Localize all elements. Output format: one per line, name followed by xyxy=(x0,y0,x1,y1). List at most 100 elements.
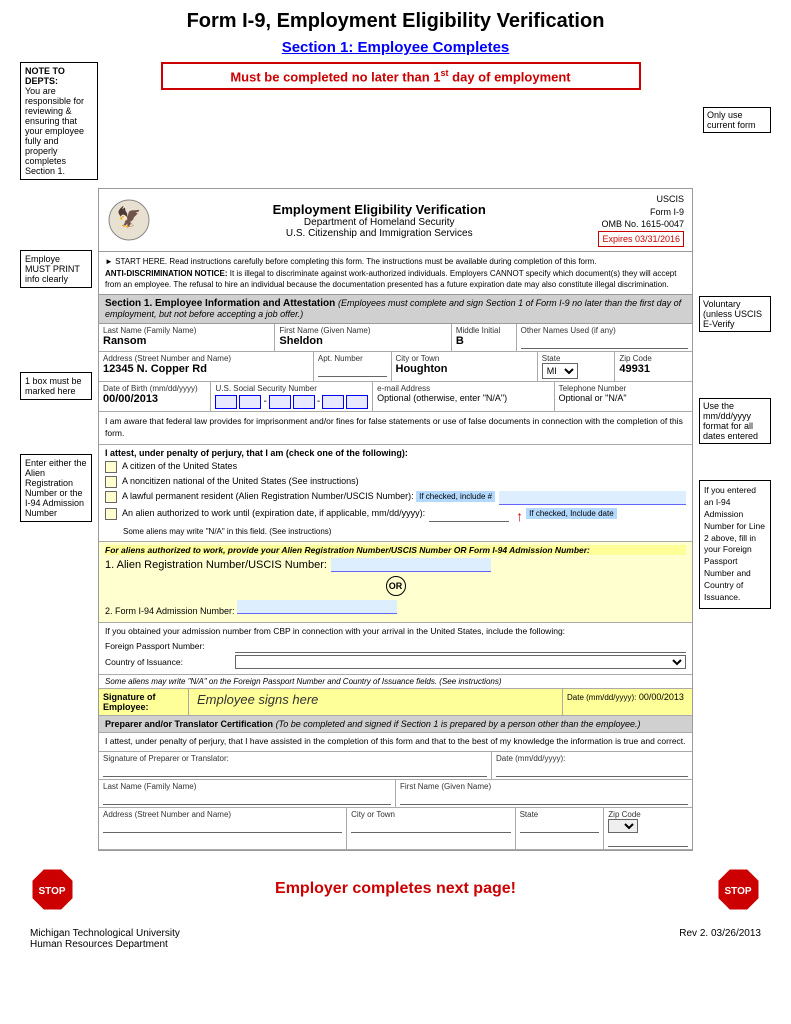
first-name-value: Sheldon xyxy=(279,335,446,347)
employer-next-text: Employer completes next page! xyxy=(75,880,716,898)
checkbox-alien-auth-row: An alien authorized to work until (expir… xyxy=(105,508,686,524)
address-cell: Address (Street Number and Name) 12345 N… xyxy=(99,352,314,381)
ssn-box-6[interactable] xyxy=(346,395,368,409)
preparer-address-row: Address (Street Number and Name) City or… xyxy=(99,808,692,850)
ssn-box-3[interactable] xyxy=(269,395,291,409)
preparer-zip-cell: Zip Code xyxy=(604,808,692,849)
see-instructions: (See instructions) xyxy=(269,527,331,536)
zip-label: Zip Code xyxy=(619,354,688,363)
ssn-box-2[interactable] xyxy=(239,395,261,409)
ssn-box-5[interactable] xyxy=(322,395,344,409)
expires-box: Expires 03/31/2016 xyxy=(598,231,684,248)
passport-row: Foreign Passport Number: xyxy=(105,640,686,653)
middle-initial-label: Middle Initial xyxy=(456,326,512,335)
footer-right: Rev 2. 03/26/2013 xyxy=(679,928,761,950)
footer-university: Michigan Technological University xyxy=(30,928,180,939)
note-to-depts-box: NOTE TO DEPTS: You are responsible for r… xyxy=(20,62,98,180)
apt-label: Apt. Number xyxy=(318,354,387,363)
ssn-box-1[interactable] xyxy=(215,395,237,409)
preparer-state-cell: State xyxy=(516,808,605,849)
preparer-state-input[interactable] xyxy=(520,819,600,833)
uscis-number-input[interactable] xyxy=(499,491,686,505)
preparer-bar: Preparer and/or Translator Certification… xyxy=(99,716,692,733)
city-cell: City or Town Houghton xyxy=(392,352,538,381)
dob-cell: Date of Birth (mm/dd/yyyy) 00/00/2013 xyxy=(99,382,211,411)
anti-disc-label: ANTI-DISCRIMINATION NOTICE: xyxy=(105,269,228,278)
first-name-cell: First Name (Given Name) Sheldon xyxy=(275,324,451,351)
preparer-zip-label: Zip Code xyxy=(608,810,688,819)
checkbox-noncitizen[interactable] xyxy=(105,476,117,488)
preparer-city-label: City or Town xyxy=(351,810,510,819)
preparer-city-input[interactable] xyxy=(351,819,510,833)
phone-cell: Telephone Number Optional or "N/A" xyxy=(555,382,692,411)
auth-date-input[interactable] xyxy=(429,508,509,522)
bottom-section: STOP Employer completes next page! STOP xyxy=(20,859,771,920)
must-complete-box: Must be completed no later than 1st day … xyxy=(161,62,641,90)
section1-title: Section 1. Employee Information and Atte… xyxy=(105,298,335,309)
preparer-title: Preparer and/or Translator Certification xyxy=(105,719,273,729)
alien-reg-label: 1. Alien Registration Number/USCIS Numbe… xyxy=(105,559,327,571)
na-note-text: Some aliens may write "N/A" in this fiel… xyxy=(123,527,267,536)
employee-print-text: Employe MUST PRINT info clearly xyxy=(25,254,80,284)
other-names-input[interactable] xyxy=(521,335,688,349)
svg-text:STOP: STOP xyxy=(724,886,751,897)
sig-date-cell: Date (mm/dd/yyyy): 00/00/2013 xyxy=(562,689,692,715)
email-optional-text: Optional (otherwise, enter "N/A") xyxy=(377,393,507,403)
state-select[interactable]: MI xyxy=(542,363,578,379)
i94-input[interactable] xyxy=(237,600,397,614)
last-name-label: Last Name (Family Name) xyxy=(103,326,270,335)
preparer-zip-input[interactable] xyxy=(608,833,688,847)
stop-sign-right: STOP xyxy=(716,867,761,912)
preparer-city-cell: City or Town xyxy=(347,808,515,849)
preparer-state-select[interactable] xyxy=(608,819,638,833)
footer-dept: Human Resources Department xyxy=(30,939,180,950)
state-label: State xyxy=(542,354,611,363)
arrow-up-icon: ↑ xyxy=(516,508,523,524)
dob-label: Date of Birth (mm/dd/yyyy) xyxy=(103,384,206,393)
preparer-attest-text: I attest, under penalty of perjury, that… xyxy=(99,733,692,752)
preparer-address-input[interactable] xyxy=(103,819,342,833)
checkbox-perm-resident[interactable] xyxy=(105,491,117,503)
employee-print-annotation: Employe MUST PRINT info clearly xyxy=(20,250,92,288)
preparer-last-input[interactable] xyxy=(103,791,391,805)
only-use-text: Only use current form xyxy=(707,110,756,130)
city-label: City or Town xyxy=(396,354,533,363)
mm-dd-yyyy-annotation: Use the mm/dd/yyyy format for all dates … xyxy=(699,398,771,444)
checkbox-noncitizen-row: A noncitizen national of the United Stat… xyxy=(105,476,686,488)
page-title: Form I-9, Employment Eligibility Verific… xyxy=(20,10,771,33)
form-header-title-block: Employment Eligibility Verification Depa… xyxy=(160,202,598,239)
other-names-cell: Other Names Used (if any) xyxy=(517,324,692,351)
stop-sign-left: STOP xyxy=(30,867,75,912)
section1-title-bar: Section 1. Employee Information and Atte… xyxy=(99,295,692,324)
checkbox-citizen[interactable] xyxy=(105,461,117,473)
country-select[interactable] xyxy=(235,655,686,669)
checkbox-alien-auth[interactable] xyxy=(105,508,117,520)
ssn-boxes: - - xyxy=(215,395,368,409)
attest-section: I attest, under penalty of perjury, that… xyxy=(99,445,692,542)
passport-label: Foreign Passport Number: xyxy=(105,641,235,651)
preparer-date-input[interactable] xyxy=(496,763,688,777)
i94-note-text: If you obtained your admission number fr… xyxy=(105,626,686,636)
email-label: e-mail Address xyxy=(377,384,549,393)
i94-row: 2. Form I-94 Admission Number: xyxy=(105,600,686,616)
preparer-date-cell: Date (mm/dd/yyyy): xyxy=(492,752,692,779)
note-to-depts-title: NOTE TO DEPTS: xyxy=(25,66,65,86)
i94-callout-text: If you entered an I-94 Admission Number … xyxy=(704,485,765,602)
form-header-agency: U.S. Citizenship and Immigration Service… xyxy=(160,228,598,239)
preparer-address-cell: Address (Street Number and Name) xyxy=(99,808,347,849)
name-row: Last Name (Family Name) Ransom First Nam… xyxy=(99,324,692,352)
form-header: 🦅 Employment Eligibility Verification De… xyxy=(99,189,692,252)
alien-reg-input[interactable] xyxy=(331,558,491,572)
preparer-sig-cell: Signature of Preparer or Translator: xyxy=(99,752,492,779)
preparer-first-input[interactable] xyxy=(400,791,688,805)
preparer-sig-input[interactable] xyxy=(103,763,487,777)
preparer-last-name-cell: Last Name (Family Name) xyxy=(99,780,396,807)
ssn-box-4[interactable] xyxy=(293,395,315,409)
start-here-text: ► START HERE. Read instructions carefull… xyxy=(105,257,597,266)
dob-row: Date of Birth (mm/dd/yyyy) 00/00/2013 U.… xyxy=(99,382,692,412)
alien-reg-row: 1. Alien Registration Number/USCIS Numbe… xyxy=(105,558,686,572)
apt-input[interactable] xyxy=(318,363,387,377)
must-complete-text: Must be completed no later than 1 xyxy=(230,69,440,84)
federal-law-text: I am aware that federal law provides for… xyxy=(99,412,692,445)
passport-input[interactable] xyxy=(235,640,686,653)
